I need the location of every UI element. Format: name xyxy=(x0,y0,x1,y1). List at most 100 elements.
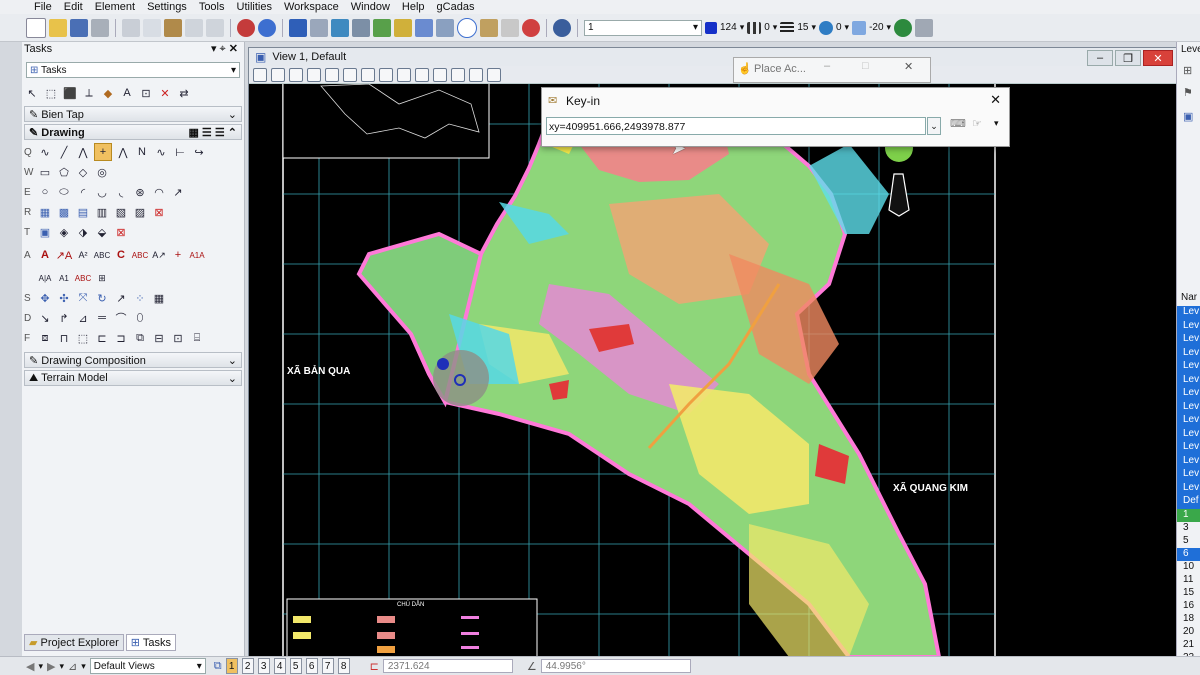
globe-icon[interactable] xyxy=(237,18,255,37)
list-item[interactable]: Lev xyxy=(1177,306,1200,320)
place-point-icon[interactable]: + xyxy=(94,143,112,161)
transparency-value[interactable]: 0 xyxy=(836,22,842,33)
measure-tools-icon[interactable]: ⟂ xyxy=(81,85,97,101)
level-filter-icon[interactable]: ⚑ xyxy=(1183,86,1193,99)
place-smartline-icon[interactable]: ∿ xyxy=(37,144,53,160)
measure-icon[interactable] xyxy=(480,18,498,37)
menu-element[interactable]: Element xyxy=(95,1,135,13)
menu-help[interactable]: Help xyxy=(402,1,425,13)
list-item[interactable]: Lev xyxy=(1177,481,1200,495)
rotate-view-icon[interactable] xyxy=(379,67,393,82)
menu-workspace[interactable]: Workspace xyxy=(284,1,339,13)
chevron-down-icon[interactable]: ▾ xyxy=(887,22,892,33)
save-icon[interactable] xyxy=(70,18,88,37)
replace-cell-icon[interactable]: ⬙ xyxy=(94,224,110,240)
list-item[interactable]: Lev xyxy=(1177,454,1200,468)
list-item[interactable]: Lev xyxy=(1177,373,1200,387)
graphic-group-icon[interactable]: ⧉ xyxy=(132,330,148,346)
pattern-area-icon[interactable]: ▥ xyxy=(94,204,110,220)
saved-views-icon[interactable]: ⊿ xyxy=(68,660,77,673)
select-element-icon[interactable]: ↖ xyxy=(24,85,40,101)
list-item[interactable]: Lev xyxy=(1177,387,1200,401)
group-icon[interactable]: ⧈ xyxy=(37,330,53,346)
active-level-select[interactable]: 1 ▾ xyxy=(584,19,702,36)
pattern-icon[interactable]: ▦ xyxy=(37,204,53,220)
back-icon[interactable]: ◀ xyxy=(26,660,34,673)
display-style-icon[interactable] xyxy=(271,67,285,82)
cut-icon[interactable] xyxy=(122,18,140,37)
tasks-select[interactable]: ⊞ Tasks ▾ xyxy=(26,62,240,78)
zoom-out-icon[interactable] xyxy=(325,67,339,82)
section-drawing[interactable]: ✎ Drawing ▦ ☰ ☰ ⌃ xyxy=(24,124,242,140)
world-icon[interactable] xyxy=(894,18,913,37)
extend-icon[interactable]: ⊿ xyxy=(75,310,91,326)
text-abc-icon[interactable]: ABC xyxy=(94,247,110,263)
list-item[interactable]: 20 xyxy=(1177,626,1200,639)
text-increment-icon[interactable]: A↗ xyxy=(151,247,167,263)
list-item[interactable]: Lev xyxy=(1177,441,1200,455)
open-folder-icon[interactable] xyxy=(49,18,67,37)
text-attr-icon[interactable]: A|A xyxy=(37,270,53,286)
fence-tools-icon[interactable]: ⬛ xyxy=(62,85,78,101)
tab-project-explorer[interactable]: ▰ Project Explorer xyxy=(24,634,124,651)
view-attributes-icon[interactable] xyxy=(253,67,267,82)
text-node-icon[interactable]: A1 xyxy=(56,270,72,286)
arc-edit-icon[interactable]: ◠ xyxy=(151,184,167,200)
redo-icon[interactable] xyxy=(206,18,224,37)
hatch-icon[interactable]: ▩ xyxy=(56,204,72,220)
view-3-button[interactable]: 3 xyxy=(257,658,270,674)
text-edit-icon[interactable]: ABC xyxy=(132,247,148,263)
list-item[interactable]: 18 xyxy=(1177,613,1200,626)
view-icon[interactable] xyxy=(289,18,307,37)
chevron-down-icon[interactable]: ▾ xyxy=(81,661,86,672)
clear-icon[interactable] xyxy=(522,18,540,37)
chevron-down-icon[interactable]: ▾ xyxy=(740,22,745,33)
multiline-icon[interactable]: ⋀ xyxy=(115,144,131,160)
close-icon[interactable]: ✕ xyxy=(904,60,913,73)
weight-value[interactable]: 15 xyxy=(797,22,808,33)
paste-icon[interactable] xyxy=(164,18,182,37)
cell-icon[interactable]: ▣ xyxy=(37,224,53,240)
close-icon[interactable]: ✕ xyxy=(990,92,1001,108)
tools-icon[interactable] xyxy=(915,18,934,37)
key-in-dialog[interactable]: ✉ Key-in ✕ xy=409951.666,2493978.877 ⌄ ⌨… xyxy=(541,87,1010,147)
eye-icon[interactable] xyxy=(553,18,571,37)
linestyle-value[interactable]: 0 xyxy=(764,22,770,33)
rotate-icon[interactable]: ↻ xyxy=(94,290,110,306)
ungroup-icon[interactable]: ⊓ xyxy=(56,330,72,346)
raster-icon[interactable] xyxy=(352,18,370,37)
text-scale-icon[interactable]: A1A xyxy=(189,247,205,263)
list-item[interactable]: 21 xyxy=(1177,639,1200,652)
references-icon[interactable] xyxy=(310,18,328,37)
close-icon[interactable]: ✕ xyxy=(1143,50,1173,66)
chevron-down-icon[interactable]: ▾ xyxy=(38,661,43,672)
chevron-down-icon[interactable]: ▾ xyxy=(773,22,778,33)
layers-icon[interactable] xyxy=(394,18,412,37)
move-icon[interactable]: ✥ xyxy=(37,290,53,306)
select-cell-icon[interactable]: ⬗ xyxy=(75,224,91,240)
frame-icon[interactable]: ⌸ xyxy=(189,330,205,346)
unlock-icon[interactable]: ⊡ xyxy=(170,330,186,346)
mirror-icon[interactable]: ↗ xyxy=(113,290,129,306)
copy-view-icon[interactable] xyxy=(451,67,465,82)
menu-tools[interactable]: Tools xyxy=(199,1,225,13)
chamfer-icon[interactable]: ⬯ xyxy=(132,310,148,326)
spiral-icon[interactable]: ⊛ xyxy=(132,184,148,200)
display-icon[interactable] xyxy=(501,18,519,37)
forward-icon[interactable]: ▶ xyxy=(47,660,55,673)
shape-icon[interactable]: ⬠ xyxy=(56,164,72,180)
lock-icon[interactable]: ⊟ xyxy=(151,330,167,346)
pan-view-icon[interactable] xyxy=(397,67,411,82)
scale-icon[interactable]: ⤧ xyxy=(75,290,91,306)
place-active-dialog[interactable]: ☝ Place Ac... – □ ✕ xyxy=(733,57,931,83)
list-item[interactable]: Lev xyxy=(1177,346,1200,360)
trim-icon[interactable]: ↱ xyxy=(56,310,72,326)
list-item[interactable]: Lev xyxy=(1177,333,1200,347)
window-area-icon[interactable] xyxy=(343,67,357,82)
menu-window[interactable]: Window xyxy=(351,1,390,13)
drop-complex-icon[interactable]: ⊐ xyxy=(113,330,129,346)
polyline-icon[interactable]: ⋀ xyxy=(75,144,91,160)
section-terrain-model[interactable]: ⛰ Terrain Model ⌄ xyxy=(24,370,242,386)
stretch-icon[interactable]: ▦ xyxy=(151,290,167,306)
list-item[interactable]: Lev xyxy=(1177,400,1200,414)
